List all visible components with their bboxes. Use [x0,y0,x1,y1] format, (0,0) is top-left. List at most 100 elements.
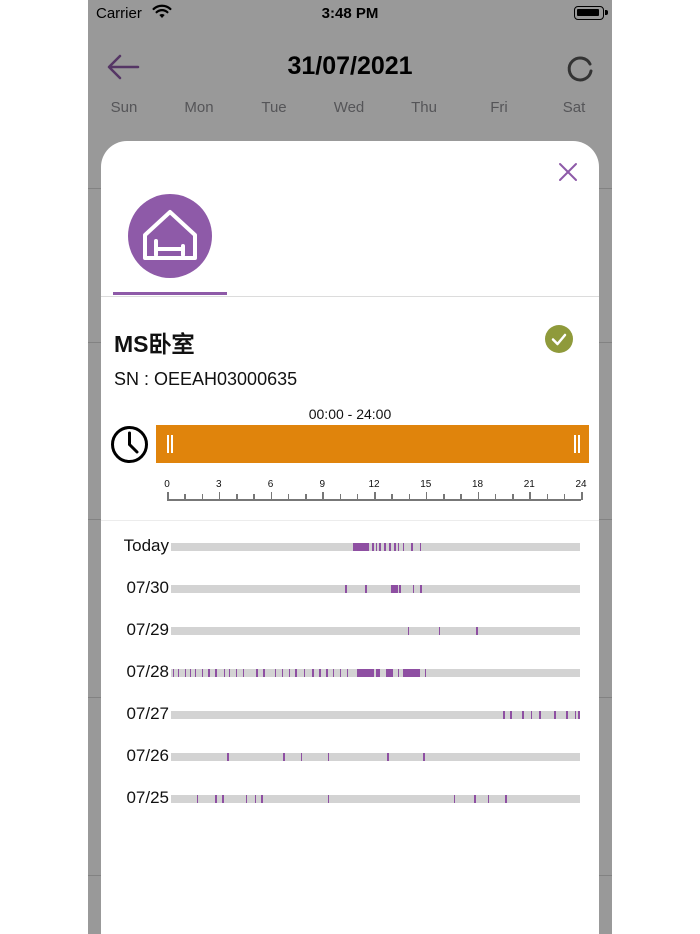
activity-mark [476,627,478,635]
scale-tick [218,492,221,500]
activity-mark [503,711,505,719]
scale-tick [374,492,376,500]
activity-mark [394,543,396,551]
status-check-icon [545,325,573,353]
activity-track [171,669,580,677]
scale-tick [529,492,531,500]
day-row[interactable]: 07/29 [101,619,599,643]
scale-tick [443,494,445,500]
scale-tick [270,492,272,500]
activity-mark [254,795,256,803]
activity-mark [365,543,369,551]
range-end-handle[interactable] [574,435,580,453]
activity-mark [389,543,391,551]
scale-tick-label: 6 [267,479,274,490]
activity-mark [189,669,192,677]
scale-tick [201,494,203,500]
activity-track [171,543,580,551]
activity-mark [300,753,303,761]
activity-mark [375,543,378,551]
day-row[interactable]: 07/28 [101,661,599,685]
activity-mark [261,795,263,803]
hour-scale: 0 3 6 9 12 15 18 21 24 [164,479,587,505]
activity-mark [235,669,238,677]
activity-mark [474,795,476,803]
activity-mark [387,753,389,761]
activity-mark [319,669,321,677]
bedroom-icon [143,210,197,260]
day-label: Today [123,536,169,555]
activity-mark [372,543,374,551]
activity-mark [274,669,277,677]
activity-mark [419,543,422,551]
day-row[interactable]: Today [101,535,599,559]
scale-tick [167,492,169,500]
activity-mark [215,795,217,803]
activity-mark [327,795,330,803]
activity-mark [522,711,524,719]
activity-mark [177,669,180,677]
scale-tick-label: 21 [523,479,535,490]
activity-mark [365,585,367,593]
activity-mark [327,753,330,761]
activity-mark [222,795,224,803]
scale-tick [356,494,359,500]
scale-tick [287,494,290,500]
right-gutter [612,0,700,934]
tab-divider [101,296,599,297]
scale-tick [253,494,255,500]
day-row[interactable]: 07/30 [101,577,599,601]
day-row[interactable]: 07/27 [101,703,599,727]
activity-mark [397,669,400,677]
device-name: MS卧室 [114,331,195,357]
scale-tick [563,494,566,500]
activity-mark [390,585,398,593]
time-range-slider[interactable] [156,425,589,463]
day-row[interactable]: 07/26 [101,745,599,769]
scale-tick [425,492,428,500]
scale-tick-label: 15 [420,479,432,490]
activity-mark [423,753,425,761]
activity-mark [402,669,420,677]
left-gutter [0,0,88,934]
activity-mark [295,669,298,677]
activity-mark [397,543,400,551]
scale-tick [322,492,324,500]
day-label: 07/26 [126,746,169,765]
activity-mark [245,795,248,803]
day-row[interactable]: 07/25 [101,787,599,811]
activity-mark [424,669,427,677]
activity-mark [339,669,342,677]
scale-tick [546,494,548,500]
scale-tick [512,494,514,500]
activity-mark [356,669,374,677]
activity-mark [303,669,306,677]
bedroom-tab[interactable] [128,194,212,278]
scale-tick-label: 24 [575,479,587,490]
range-start-handle[interactable] [167,435,173,453]
activity-mark [510,711,512,719]
activity-mark [505,795,507,803]
activity-mark [578,711,580,719]
activity-mark [215,669,217,677]
scale-tick [408,494,410,500]
activity-mark [453,795,456,803]
activity-mark [184,669,187,677]
activity-mark [554,711,556,719]
activity-mark [227,753,229,761]
scale-tick-label: 3 [215,479,222,490]
activity-mark [487,795,490,803]
activity-mark [256,669,258,677]
device-detail-sheet: MS卧室 SN : OEEAH03000635 00:00 - 24:00 0 3… [101,141,599,934]
activity-mark [353,543,366,551]
scale-tick-label: 9 [319,479,326,490]
scale-tick [236,494,238,500]
serial-number: SN : OEEAH03000635 [114,369,298,389]
activity-mark [344,585,348,593]
activity-mark [288,669,291,677]
activity-mark [407,627,410,635]
activity-mark [419,585,422,593]
scale-tick [477,492,479,500]
close-icon[interactable] [557,161,579,183]
activity-mark [172,669,175,677]
